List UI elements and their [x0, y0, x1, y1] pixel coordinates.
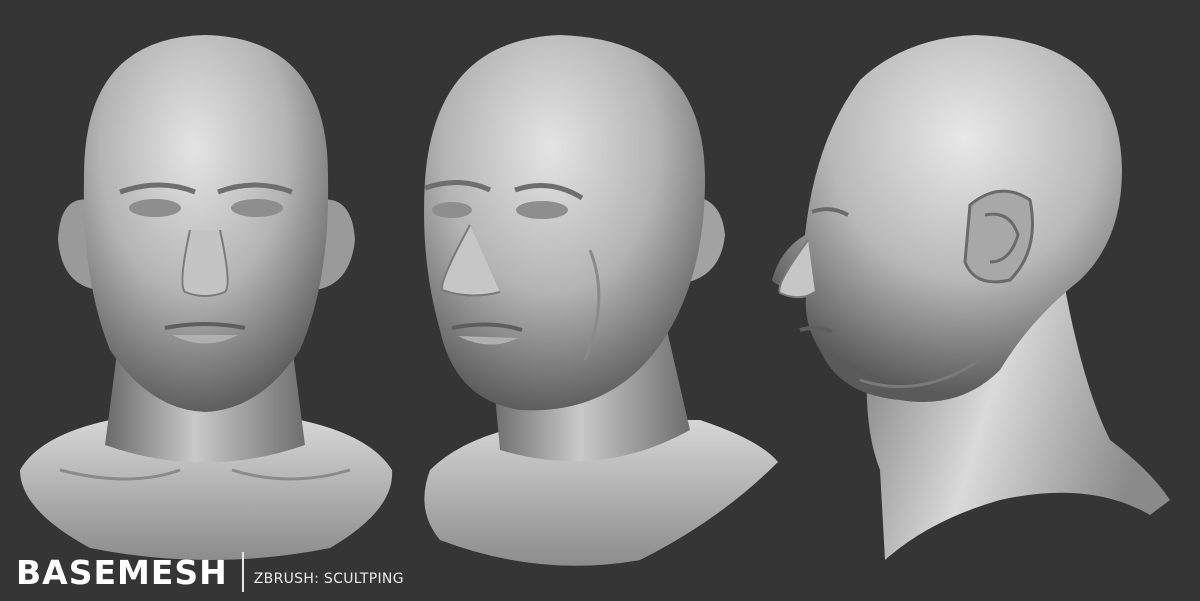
render-canvas: BASEMESH ZBRUSH: SCULTPING	[0, 0, 1200, 601]
caption-subtitle: ZBRUSH: SCULTPING	[253, 571, 404, 587]
front-view-head	[20, 35, 393, 560]
sculpt-renders	[20, 35, 1170, 566]
caption: BASEMESH ZBRUSH: SCULTPING	[16, 552, 404, 592]
three-quarter-view-head	[424, 35, 778, 566]
caption-divider	[241, 552, 244, 592]
caption-title: BASEMESH	[16, 552, 228, 592]
side-profile-view-head	[772, 35, 1170, 560]
